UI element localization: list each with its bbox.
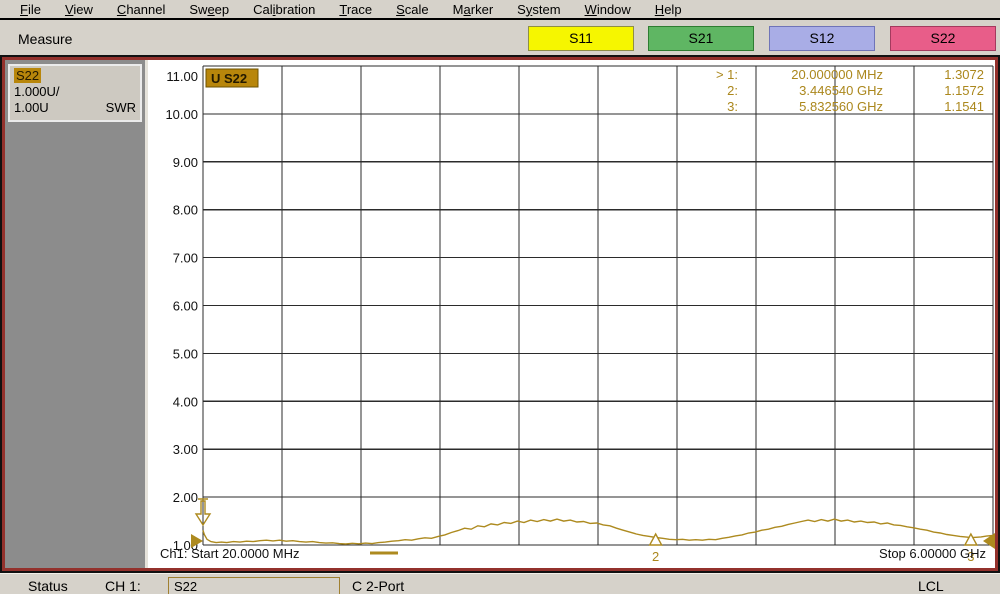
trace-status-panel: S22 1.000U/ 1.00U SWR (5, 60, 148, 568)
status-correction-label: C 2-Port (352, 578, 405, 594)
y-axis-tick-label: 5.00 (173, 346, 198, 361)
marker-readout-number: 2: (727, 83, 738, 98)
y-axis-tick-label: 8.00 (173, 203, 198, 218)
marker-readout-frequency: 3.446540 GHz (799, 83, 883, 98)
marker-readout-value: 1.1572 (944, 83, 984, 98)
marker-readout-frequency: 5.832560 GHz (799, 99, 883, 114)
menu-item-scale[interactable]: Scale (384, 1, 441, 18)
y-axis-tick-label: 4.00 (173, 394, 198, 409)
y-axis-tick-label: 6.00 (173, 299, 198, 314)
sparam-button-s21[interactable]: S21 (648, 26, 754, 51)
menu-item-window[interactable]: Window (573, 1, 643, 18)
marker-2-number-label: 2 (652, 549, 659, 564)
marker-readout-number: 3: (727, 99, 738, 114)
channel-frame: S22 1.000U/ 1.00U SWR 11.00 10.00 9.00 8.00… (2, 57, 998, 571)
active-trace-badge-label: U S22 (211, 71, 247, 86)
status-bar: Status CH 1: S22 C 2-Port LCL (0, 573, 1000, 594)
marker-3-triangle[interactable] (963, 532, 979, 546)
menu-item-marker[interactable]: Marker (441, 1, 506, 18)
status-label: Status (28, 578, 68, 594)
y-axis-tick-label: 2.00 (173, 490, 198, 505)
sparam-button-s12[interactable]: S12 (769, 26, 875, 51)
measure-toolbar-label: Measure (18, 31, 73, 47)
trace-status-reference: 1.00U (14, 100, 49, 115)
sweep-stop-label: Stop 6.00000 GHz (879, 546, 986, 561)
measure-toolbar: Measure S11 S21 S12 S22 (0, 22, 1000, 55)
trace-status-box[interactable]: S22 1.000U/ 1.00U SWR (8, 64, 142, 122)
marker-readout-number: > 1: (716, 67, 738, 82)
marker-readout-value: 1.1541 (944, 99, 984, 114)
sparam-button-s11[interactable]: S11 (528, 26, 634, 51)
menu-item-calibration[interactable]: Calibration (241, 1, 327, 18)
y-axis-tick-label: 10.00 (165, 107, 198, 122)
menu-item-system[interactable]: System (505, 1, 572, 18)
status-mode-label: LCL (918, 578, 944, 594)
trace-status-scale: 1.000U/ (14, 84, 60, 99)
y-axis-tick-label: 7.00 (173, 251, 198, 266)
menu-item-sweep[interactable]: Sweep (177, 1, 241, 18)
trace-status-format: SWR (105, 100, 136, 115)
sweep-start-label: Ch1: Start 20.0000 MHz (160, 546, 299, 561)
menu-item-trace[interactable]: Trace (327, 1, 384, 18)
y-axis-tick-label: 9.00 (173, 155, 198, 170)
swr-chart: 11.00 10.00 9.00 8.00 7.00 6.00 5.00 4.00 3.00 2.… (160, 65, 995, 564)
menu-item-help[interactable]: Help (643, 1, 694, 18)
chart-area: 11.00 10.00 9.00 8.00 7.00 6.00 5.00 4.00 3.00 2.… (148, 60, 995, 568)
y-axis-tick-label: 3.00 (173, 442, 198, 457)
menu-item-file[interactable]: File (8, 1, 53, 18)
sparam-button-s22[interactable]: S22 (890, 26, 996, 51)
menu-item-channel[interactable]: Channel (105, 1, 177, 18)
menu-bar: File View Channel Sweep Calibration Trace Scal… (0, 0, 1000, 20)
marker-readout-value: 1.3072 (944, 67, 984, 82)
y-axis-tick-label: 11.00 (166, 69, 198, 84)
menu-item-view[interactable]: View (53, 1, 105, 18)
marker-readout-frequency: 20.000000 MHz (791, 67, 883, 82)
measurement-window: S22 1.000U/ 1.00U SWR 11.00 10.00 9.00 8.00… (0, 55, 1000, 573)
trace-status-trace: S22 (14, 68, 42, 83)
status-channel-label: CH 1: (105, 578, 141, 594)
marker-2-triangle[interactable] (648, 532, 663, 546)
status-trace-indicator: S22 (168, 577, 340, 594)
